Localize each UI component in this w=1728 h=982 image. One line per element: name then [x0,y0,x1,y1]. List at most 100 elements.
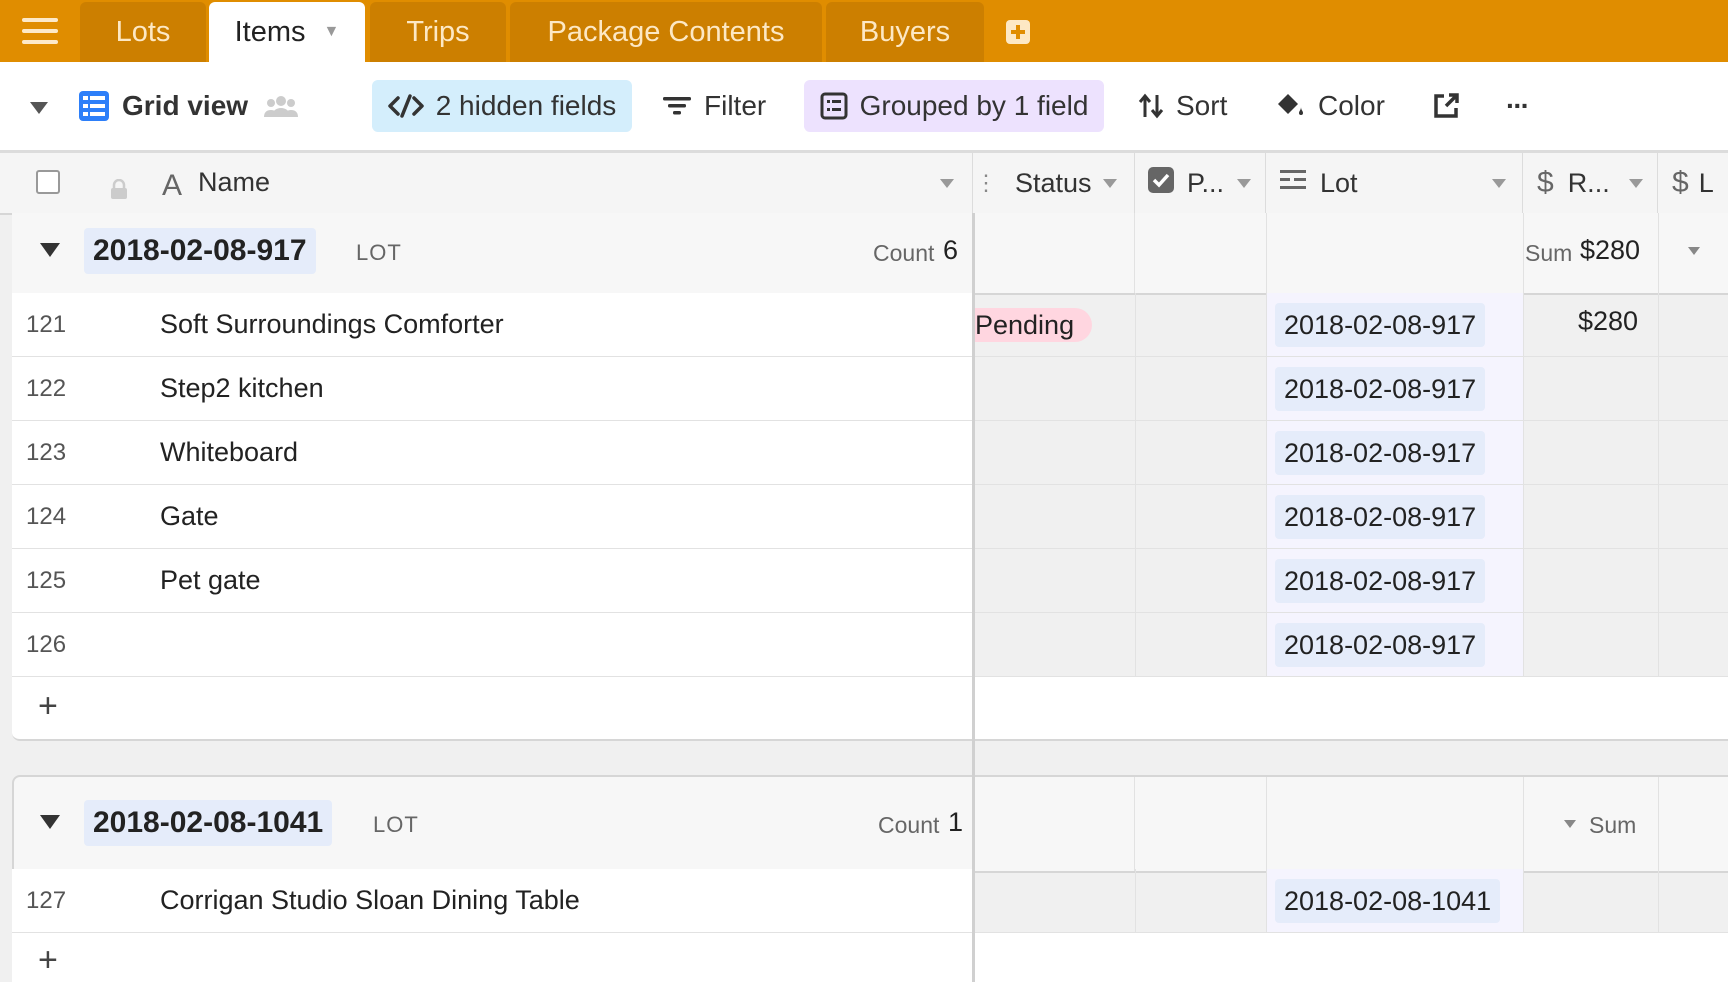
view-toolbar: Grid view 2 hidden fields Filter Grouped… [0,62,1728,153]
grouped-label: Grouped by 1 field [859,90,1089,121]
hide-fields-icon [387,94,424,118]
summary-dropdown-icon[interactable] [1564,820,1576,828]
color-button[interactable]: Color [1276,80,1385,132]
column-name-label[interactable]: Name [198,167,270,198]
group-field-label: LOT [356,240,402,265]
column-r-label: R... [1567,167,1610,198]
link-field-icon [1278,167,1308,200]
hamburger-menu-icon[interactable] [22,18,58,44]
select-all-checkbox[interactable] [36,170,60,194]
chevron-down-icon[interactable] [1103,179,1117,188]
count-value: 6 [943,235,959,265]
sum-label: Sum [1589,812,1637,838]
right-pane-rows: Pending 2018-02-08-917 $280 2018-02-08-9… [975,293,1728,677]
table-row[interactable]: 122 Step2 kitchen [12,357,973,421]
right-pane-rows: 2018-02-08-1041 [975,869,1728,933]
grid-view-icon [78,90,110,122]
table-row[interactable]: 125 Pet gate [12,549,973,613]
tab-lots[interactable]: Lots [80,2,206,62]
lot-link-chip[interactable]: 2018-02-08-917 [1275,367,1486,411]
table-row[interactable]: 126 [12,613,973,677]
tab-trips[interactable]: Trips [370,2,506,62]
header-primary: A Name [0,153,973,213]
row-number: 124 [26,502,67,530]
add-row-right [975,677,1728,741]
tab-label: Trips [406,15,470,48]
header-l[interactable]: $ L [1658,153,1728,213]
chevron-down-icon[interactable] [940,179,954,188]
single-select-icon: ⋮ [975,170,997,195]
row-cells: 2018-02-08-917 [975,485,1728,549]
chevron-down-icon[interactable] [1629,179,1643,188]
table-row[interactable]: 127 Corrigan Studio Sloan Dining Table [12,869,973,933]
add-row[interactable]: + [12,933,973,982]
tab-label: Buyers [859,15,951,48]
sort-icon [1138,93,1164,119]
share-view-button[interactable] [1432,80,1472,132]
currency-cell[interactable]: $280 [1578,306,1638,337]
sum-value: $280 [1580,235,1641,265]
row-name[interactable]: Step2 kitchen [160,357,324,420]
collaborative-view-icon [264,94,299,118]
lot-link-chip[interactable]: 2018-02-08-1041 [1275,879,1501,923]
collapse-group-icon[interactable] [40,243,60,257]
group-header: 2018-02-08-1041 LOT Count 1 Sum [12,775,1728,873]
table-row[interactable]: 124 Gate [12,485,973,549]
header-lot[interactable]: Lot [1266,153,1523,213]
column-header-row: A Name ⋮ Status P... Lot $ R... $ L [0,153,1728,215]
summary-dropdown-icon[interactable] [1688,247,1700,255]
more-options-button[interactable]: ··· [1506,80,1530,132]
table-row[interactable]: 121 Soft Surroundings Comforter [12,293,973,357]
row-name[interactable]: Gate [160,485,219,548]
sum-label: Sum [1525,240,1573,266]
tab-buyers[interactable]: Buyers [826,2,984,62]
lot-link-chip[interactable]: 2018-02-08-917 [1275,431,1486,475]
column-status-label: Status [1015,167,1092,198]
row-name[interactable]: Pet gate [160,549,261,612]
add-record-button[interactable]: + [38,687,58,726]
filter-icon [662,94,692,118]
add-table-icon[interactable] [1006,20,1030,44]
frozen-column-divider[interactable] [972,213,975,982]
checkbox-field-icon [1147,166,1175,201]
chevron-down-icon[interactable]: ▼ [324,23,340,41]
tab-items[interactable]: Items ▼ [209,2,365,62]
lot-link-chip[interactable]: 2018-02-08-917 [1275,495,1486,539]
tab-label: Package Contents [547,15,785,48]
header-status[interactable]: ⋮ Status [975,153,1135,213]
chevron-down-icon[interactable] [1492,179,1506,188]
row-number: 125 [26,566,67,594]
row-name[interactable]: Whiteboard [160,421,298,484]
row-name[interactable]: Soft Surroundings Comforter [160,293,504,356]
column-l-label: L [1698,167,1714,198]
header-r[interactable]: $ R... [1523,153,1658,213]
group-field-label: LOT [373,812,419,837]
external-link-icon [1432,92,1460,120]
lot-link-chip[interactable]: 2018-02-08-917 [1275,303,1486,347]
view-switcher-button[interactable]: Grid view [78,80,310,132]
collapse-group-icon[interactable] [40,815,60,829]
group-title: 2018-02-08-917 [84,228,316,274]
lot-link-chip[interactable]: 2018-02-08-917 [1275,623,1486,667]
table-row[interactable]: 123 Whiteboard [12,421,973,485]
add-record-button[interactable]: + [38,941,58,980]
lot-link-chip[interactable]: 2018-02-08-917 [1275,559,1486,603]
chevron-down-icon[interactable] [1237,179,1251,188]
add-row-right [975,933,1728,982]
tab-label: Items [234,15,306,48]
row-number: 122 [26,374,67,402]
tab-package-contents[interactable]: Package Contents [510,2,822,62]
row-number: 123 [26,438,67,466]
hidden-fields-button[interactable]: 2 hidden fields [372,80,632,132]
filter-button[interactable]: Filter [662,80,766,132]
filter-label: Filter [704,90,767,121]
row-name[interactable]: Corrigan Studio Sloan Dining Table [160,869,580,932]
group-button[interactable]: Grouped by 1 field [804,80,1104,132]
status-badge[interactable]: Pending [975,308,1093,342]
header-p[interactable]: P... [1135,153,1266,213]
add-row[interactable]: + [12,677,973,741]
collapse-sidebar-icon[interactable] [30,102,48,114]
sort-button[interactable]: Sort [1138,80,1227,132]
row-cells: Pending 2018-02-08-917 $280 [975,293,1728,357]
paint-bucket-icon [1276,92,1306,120]
